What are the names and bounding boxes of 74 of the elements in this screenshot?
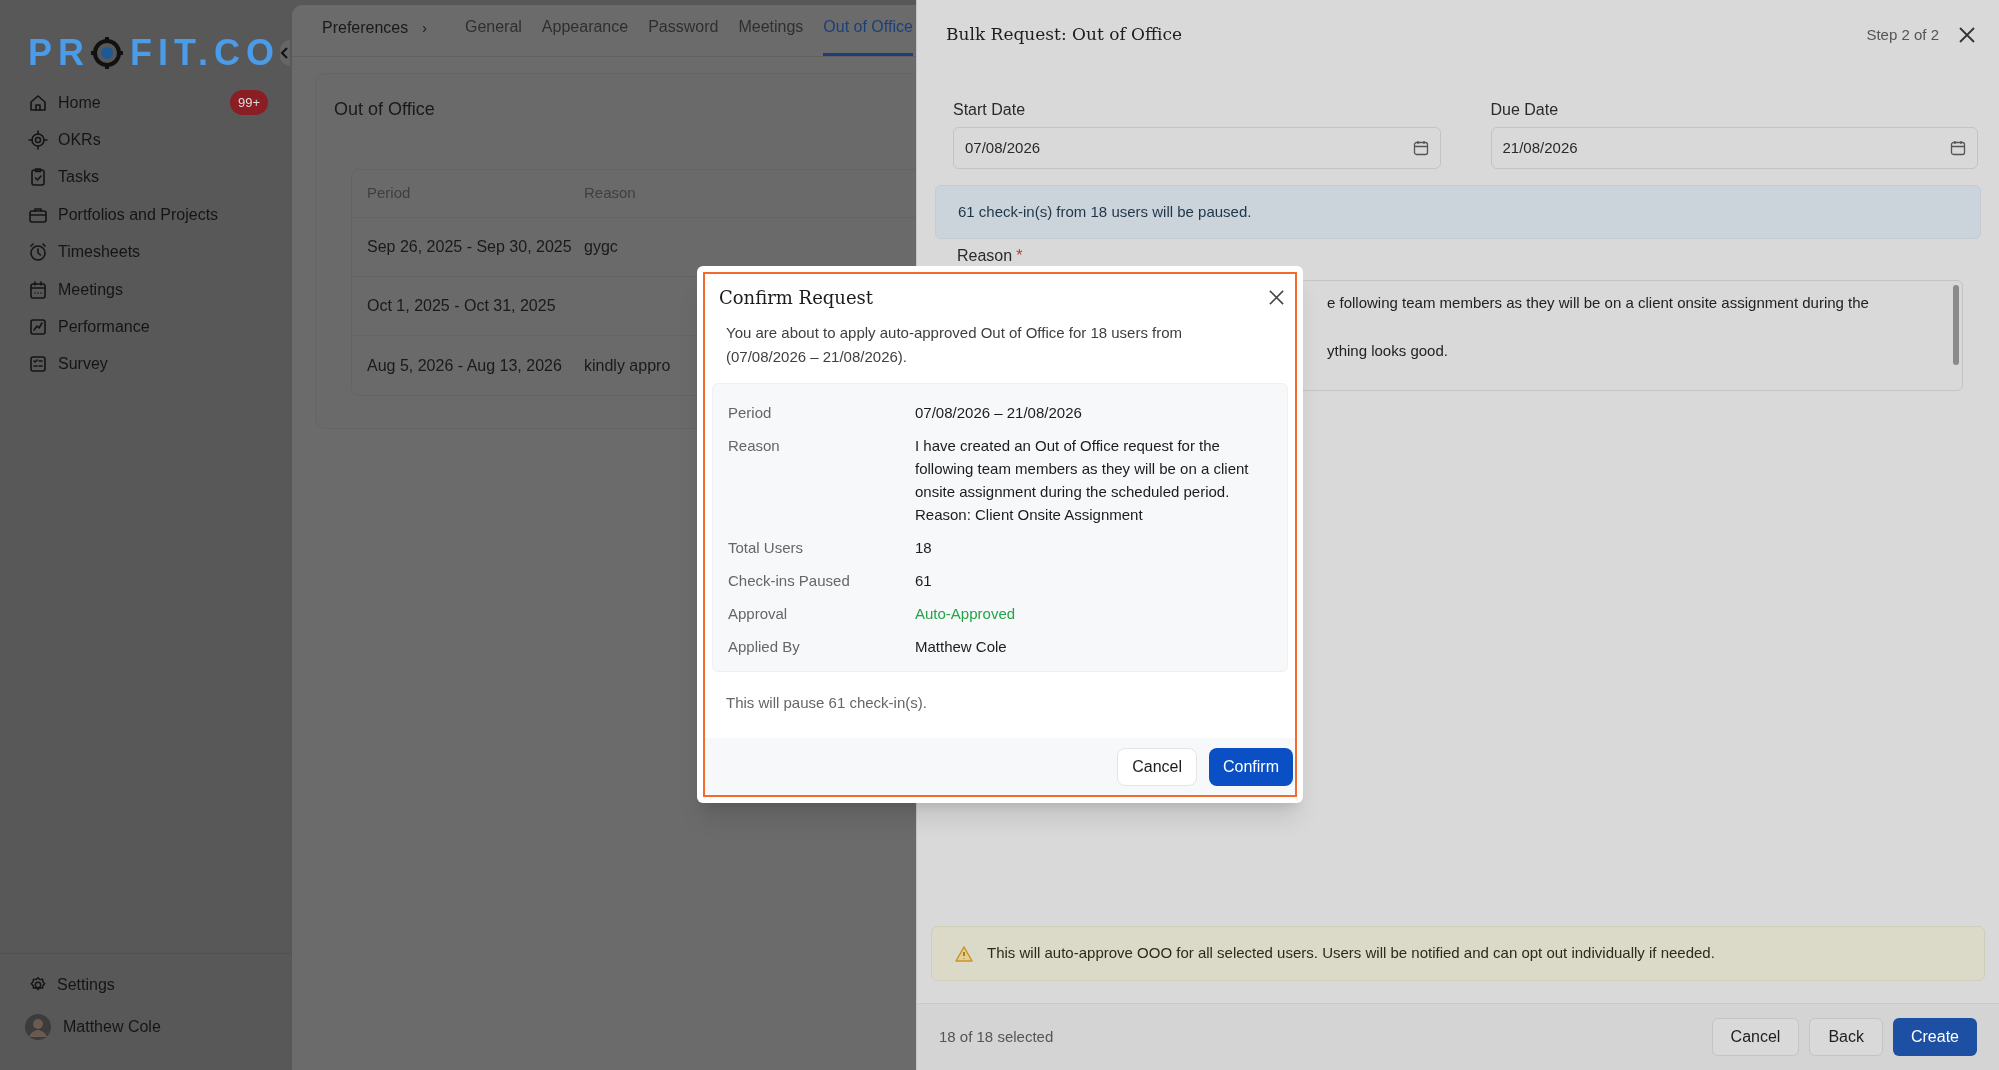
warning-icon — [955, 945, 973, 962]
settings-tab[interactable]: Meetings — [738, 15, 804, 56]
nav-item[interactable]: Portfolios and Projects — [0, 196, 292, 234]
approval-status: Auto-Approved — [915, 604, 1016, 624]
calendar-icon — [1950, 140, 1966, 156]
detail-value: Matthew Cole — [915, 637, 1007, 657]
detail-label: Total Users — [728, 538, 805, 558]
nav-item[interactable]: Performance — [0, 308, 292, 346]
close-icon — [1267, 289, 1285, 306]
field-label: Reason — [957, 246, 1013, 266]
detail-value: 61 — [915, 571, 932, 591]
calendar-icon — [1412, 140, 1429, 156]
drawer-title: Bulk Request: Out of Office — [946, 23, 1183, 47]
notification-badge: 99+ — [229, 89, 268, 116]
checklist-icon — [28, 354, 48, 375]
table-cell: Oct 1, 2025 - Oct 31, 2025 — [367, 297, 556, 314]
detail-value: I have created an Out of Office request for the following team members as they will be on a client onsite assignment during the scheduled period. Reason: Client Onsite Assignment — [915, 436, 1250, 525]
detail-value: 18 — [915, 538, 932, 558]
field-label: Start Date — [953, 100, 1027, 120]
table-cell-text: kindly appro — [584, 355, 671, 376]
nav-item[interactable]: Tasks — [0, 158, 292, 197]
settings-link[interactable]: Settings — [29, 973, 115, 997]
detail-label: Reason — [728, 436, 781, 456]
dialog-title: Confirm Request — [719, 286, 874, 310]
calendar-icon — [28, 279, 48, 300]
selection-count: 18 of 18 selected — [939, 1026, 1054, 1047]
breadcrumb-separator: › — [422, 18, 427, 38]
home-icon — [28, 92, 48, 113]
step-indicator: Step 2 of 2 — [1866, 24, 1939, 45]
settings-tab[interactable]: Appearance — [541, 15, 629, 56]
user-name: Matthew Cole — [63, 1017, 161, 1037]
settings-tab[interactable]: General — [464, 15, 522, 56]
avatar-icon — [25, 1014, 51, 1040]
close-button[interactable] — [1957, 25, 1977, 45]
collapse-button[interactable] — [280, 40, 290, 66]
nav-item[interactable]: Home 99+ — [0, 84, 292, 122]
detail-label: Check-ins Paused — [728, 571, 851, 591]
logo-text: PR — [28, 31, 90, 75]
nav-item[interactable]: Timesheets — [0, 233, 292, 271]
table-cell-text: gygc — [584, 237, 618, 257]
chevron-left-icon — [280, 47, 290, 59]
stopwatch-icon — [28, 242, 48, 263]
table-cell: Aug 5, 2026 - Aug 13, 2026 — [367, 356, 562, 374]
field-label: Due Date — [1490, 100, 1560, 120]
date-field[interactable]: 07/08/2026 — [953, 127, 1441, 169]
detail-label: Period — [728, 403, 773, 423]
detail-value: 07/08/2026 – 21/08/2026 — [915, 403, 1082, 423]
settings-tab[interactable]: Password — [648, 15, 719, 56]
nav-item[interactable]: Survey — [0, 345, 292, 384]
breadcrumb: Preferences — [322, 18, 409, 38]
info-banner: 61 check-in(s) from 18 users will be paused. — [935, 185, 1981, 239]
confirm-button[interactable]: Confirm — [1209, 747, 1293, 786]
cancel-button[interactable]: Cancel — [1117, 747, 1197, 786]
warning-banner: This will auto-approve OOO for all selected users. Users will be notified and can opt out individually if needed. — [931, 926, 1985, 981]
logo-text: FIT.CO — [130, 31, 280, 75]
dialog-note: This will pause 61 check-in(s). — [725, 693, 928, 713]
secondary-button[interactable]: Back — [1809, 1018, 1883, 1056]
required-mark: * — [1016, 246, 1023, 266]
target-icon — [28, 130, 48, 151]
nav-item[interactable]: Meetings — [0, 270, 292, 309]
card-title: Out of Office — [334, 98, 435, 121]
detail-label: Approval — [728, 604, 789, 624]
secondary-button[interactable]: Cancel — [1711, 1018, 1800, 1056]
clipboard-check-icon — [28, 167, 48, 188]
line-chart-icon — [28, 317, 48, 338]
date-field[interactable]: 21/08/2026 — [1490, 127, 1978, 169]
table-cell: Sep 26, 2025 - Sep 30, 2025 — [367, 238, 572, 255]
scrollbar-thumb[interactable] — [1953, 285, 1959, 365]
detail-label: Applied By — [728, 637, 801, 657]
nav-item[interactable]: OKRs — [0, 121, 292, 159]
primary-button[interactable]: Create — [1892, 1018, 1977, 1056]
settings-tab[interactable]: Out of Office — [823, 15, 913, 56]
target-logo-icon — [90, 36, 124, 70]
close-icon — [1958, 26, 1976, 44]
